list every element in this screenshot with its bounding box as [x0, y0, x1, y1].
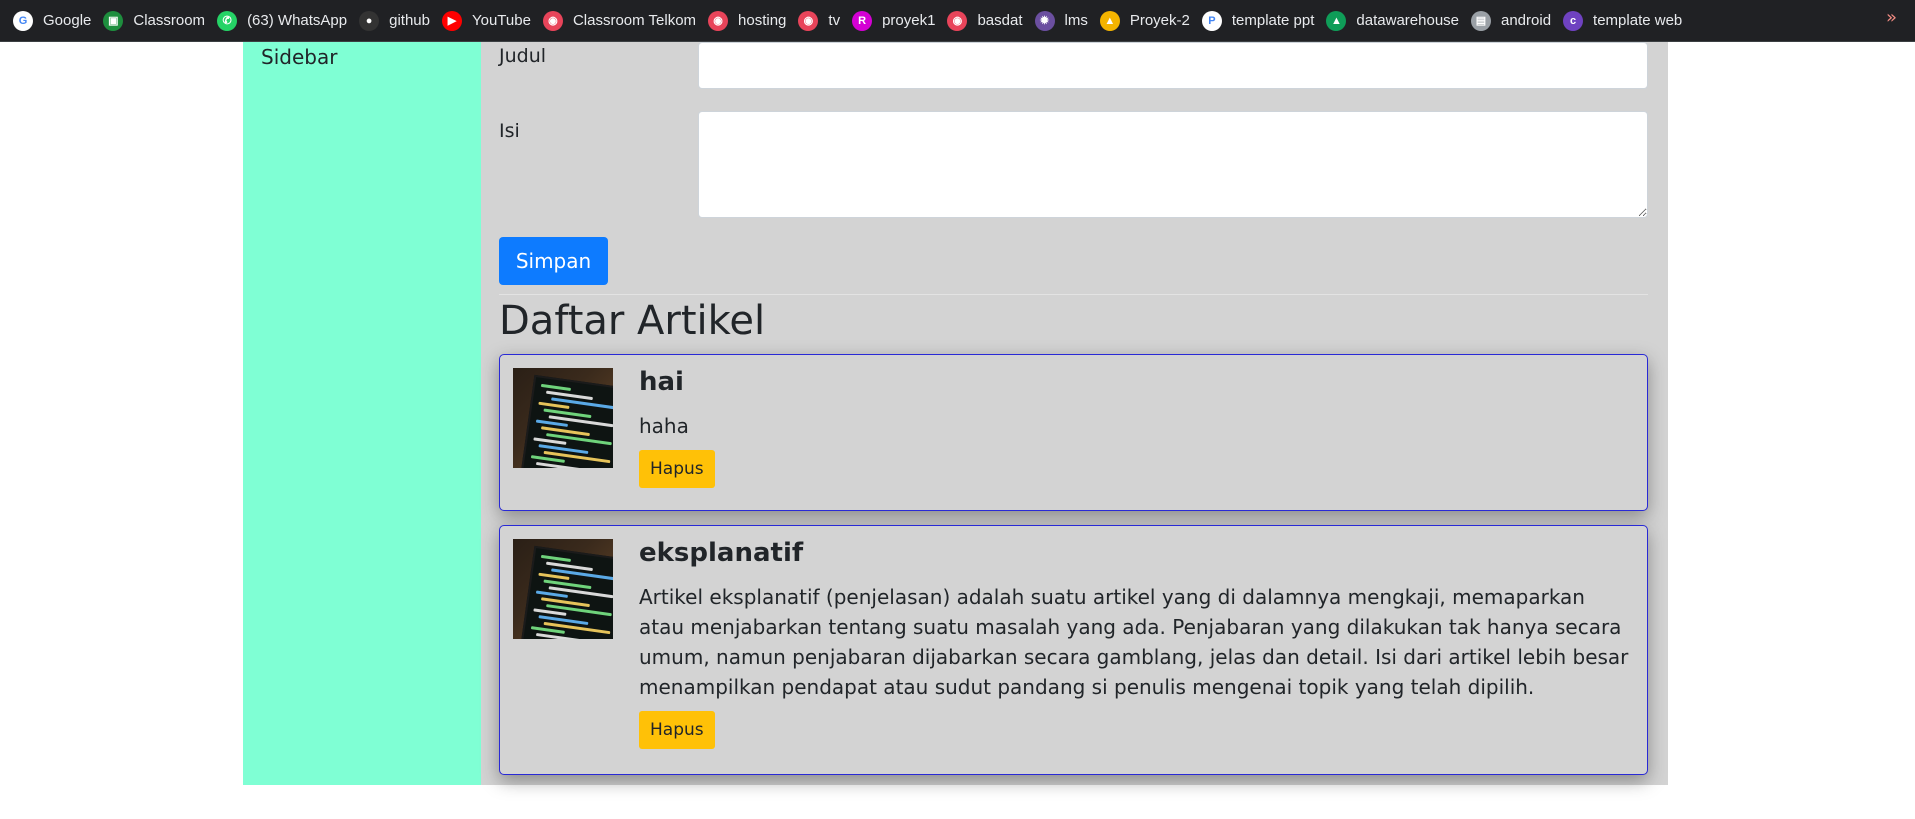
- bookmark-item[interactable]: G Google: [10, 6, 100, 36]
- article-thumbnail: [513, 368, 613, 468]
- judul-label: Judul: [499, 45, 547, 67]
- bookmark-item[interactable]: Ptemplate ppt: [1199, 6, 1324, 36]
- drive-icon: ▲: [1099, 10, 1120, 31]
- google-icon: G: [13, 10, 33, 31]
- bookmark-item[interactable]: ◉ tv: [795, 6, 849, 36]
- bookmark-item[interactable]: Rproyek1: [849, 6, 944, 36]
- android-icon: ▤: [1471, 10, 1491, 31]
- bookmark-label: Proyek-2: [1129, 12, 1190, 29]
- globe-icon: ◉: [708, 10, 729, 31]
- bookmark-label: basdat: [977, 12, 1023, 29]
- article-card: hai haha Hapus: [499, 354, 1648, 511]
- bookmark-item[interactable]: ▲ datawarehouse: [1323, 6, 1468, 36]
- drive-icon: ▲: [1326, 10, 1347, 31]
- whatsapp-icon: ✆: [217, 10, 238, 31]
- hapus-button[interactable]: Hapus: [639, 711, 715, 749]
- bookmark-item[interactable]: ✹ lms: [1032, 6, 1097, 36]
- article-list-title: Daftar Artikel: [499, 298, 766, 344]
- article-card: eksplanatif Artikel eksplanatif (penjela…: [499, 525, 1648, 775]
- sidebar: Sidebar: [243, 42, 481, 785]
- globe-icon: ◉: [947, 10, 968, 31]
- sidebar-title: Sidebar: [261, 45, 338, 69]
- bookmarks-bar: G Google ▣ Classroom ✆ (63) WhatsApp ● github ▶ Y…: [0, 0, 1915, 42]
- main-content: Judul Isi Simpan Daftar Artikel hai haha…: [481, 42, 1668, 785]
- more-bookmarks-icon[interactable]: »: [1886, 7, 1897, 28]
- judul-input[interactable]: [698, 42, 1648, 89]
- bookmark-item[interactable]: ▶ YouTube: [439, 6, 540, 36]
- bookmark-label: (63) WhatsApp: [247, 12, 348, 29]
- globe-icon: ◉: [798, 10, 819, 31]
- bookmark-item[interactable]: c template web: [1560, 6, 1691, 36]
- youtube-icon: ▶: [441, 10, 462, 31]
- bookmark-label: template web: [1593, 12, 1683, 29]
- bookmark-label: template ppt: [1231, 12, 1315, 29]
- colorlib-icon: c: [1563, 10, 1584, 31]
- bookmark-label: tv: [828, 12, 841, 29]
- bookmark-label: datawarehouse: [1356, 12, 1459, 29]
- classroom-icon: ▣: [103, 10, 124, 31]
- bookmark-label: proyek1: [882, 12, 936, 29]
- isi-label: Isi: [499, 120, 520, 142]
- article-thumbnail: [513, 539, 613, 639]
- bookmark-item[interactable]: ◉ basdat: [944, 6, 1031, 36]
- article-content: Artikel eksplanatif (penjelasan) adalah …: [639, 585, 1629, 699]
- simpan-button[interactable]: Simpan: [499, 237, 608, 285]
- ppt-icon: P: [1201, 10, 1222, 31]
- bookmark-label: Classroom: [133, 12, 206, 29]
- bookmark-item[interactable]: ◉ hosting: [705, 6, 795, 36]
- isi-textarea[interactable]: [698, 111, 1648, 218]
- bookmark-label: github: [389, 12, 430, 29]
- bookmark-label: hosting: [738, 12, 787, 29]
- article-content: haha: [639, 414, 689, 438]
- github-icon: ●: [359, 10, 380, 31]
- bookmark-item[interactable]: ✆ (63) WhatsApp: [214, 6, 356, 36]
- divider: [499, 294, 1648, 295]
- lms-icon: ✹: [1034, 10, 1055, 31]
- bookmark-item[interactable]: ▲ Proyek-2: [1097, 6, 1199, 36]
- article-title: hai: [639, 367, 684, 397]
- bookmark-label: lms: [1064, 12, 1088, 29]
- bookmark-label: YouTube: [471, 12, 531, 29]
- bookmark-label: Classroom Telkom: [572, 12, 697, 29]
- bookmark-item[interactable]: ● github: [356, 6, 439, 36]
- bookmark-item[interactable]: ▤ android: [1468, 6, 1560, 36]
- bookmark-item[interactable]: ▣ Classroom: [100, 6, 214, 36]
- bookmark-item[interactable]: ◉ Classroom Telkom: [540, 6, 705, 36]
- hapus-button[interactable]: Hapus: [639, 450, 715, 488]
- bookmark-label: Google: [43, 12, 92, 29]
- bookmark-label: android: [1501, 12, 1552, 29]
- globe-icon: ◉: [542, 10, 563, 31]
- proyek1-icon: R: [852, 10, 873, 31]
- article-title: eksplanatif: [639, 538, 804, 568]
